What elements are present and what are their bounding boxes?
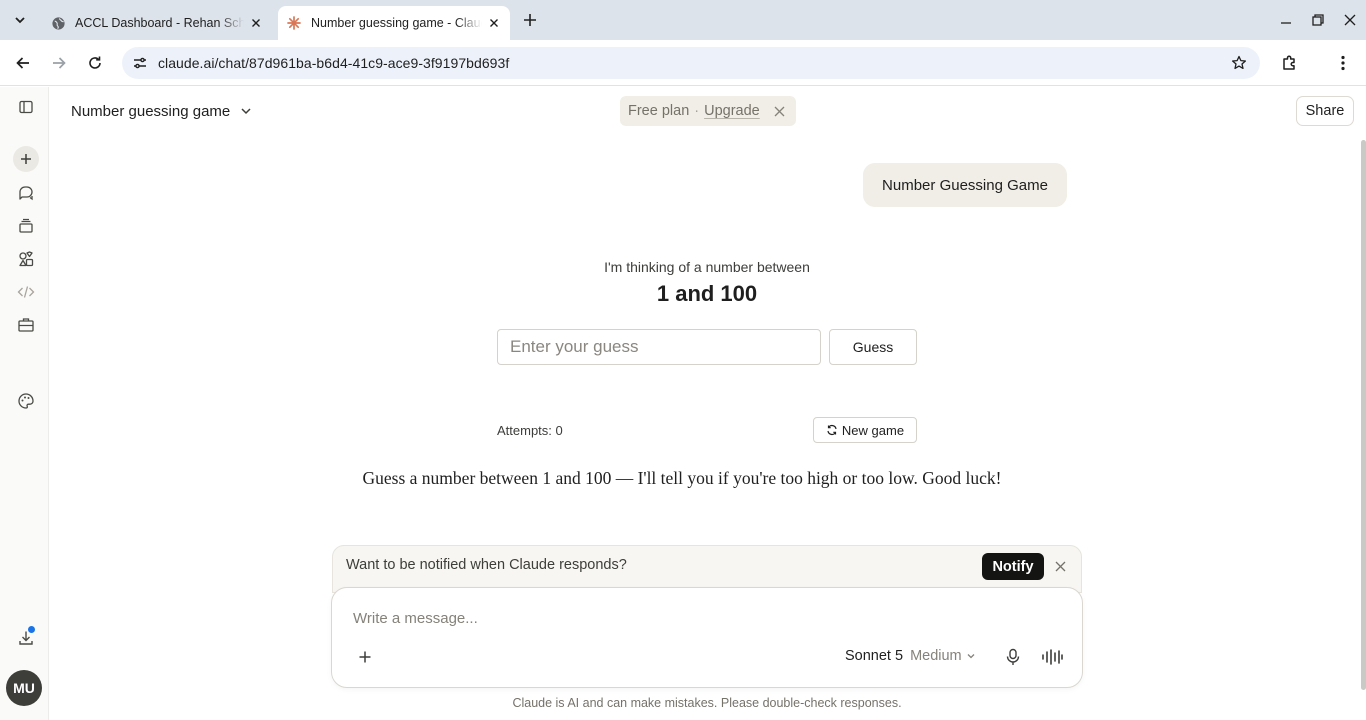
share-button[interactable]: Share	[1296, 96, 1354, 126]
claude-logo-icon	[286, 15, 302, 31]
back-button[interactable]	[11, 51, 35, 75]
model-selector[interactable]: Sonnet 5 Medium	[845, 648, 976, 664]
disclaimer-text: Claude is AI and can make mistakes. Plea…	[512, 696, 902, 710]
user-avatar[interactable]: MU	[6, 670, 42, 706]
more-vertical-icon	[1341, 55, 1345, 71]
effort-selector[interactable]: Medium	[910, 648, 976, 664]
browser-tab-accl[interactable]: ACCL Dashboard - Rehan Scho	[42, 6, 272, 40]
effort-label: Medium	[910, 648, 962, 664]
close-window-button[interactable]	[1338, 8, 1362, 32]
notification-dot	[28, 626, 35, 633]
restore-icon	[1312, 14, 1324, 26]
bookmark-star-icon[interactable]	[1228, 52, 1250, 74]
game-intro-text: I'm thinking of a number between	[604, 259, 810, 275]
guess-input[interactable]	[497, 329, 821, 365]
model-name: Sonnet 5	[845, 648, 904, 664]
url-text[interactable]: claude.ai/chat/87d961ba-b6d4-41c9-ace9-3…	[158, 55, 509, 71]
browser-tab-claude[interactable]: Number guessing game - Claude	[278, 6, 510, 40]
chevron-down-icon	[967, 654, 975, 659]
chevron-down-icon	[15, 17, 25, 24]
new-game-label: New game	[841, 422, 905, 438]
refresh-icon	[827, 425, 837, 435]
game-range: 1 and 100	[656, 281, 758, 306]
forward-button[interactable]	[47, 51, 71, 75]
plan-separator: ·	[694, 103, 700, 119]
attempts-counter: Attempts: 0	[497, 423, 563, 438]
scrollbar[interactable]	[1361, 140, 1366, 690]
briefcase-icon[interactable]	[13, 312, 39, 338]
globe-icon	[50, 15, 66, 31]
reload-icon	[89, 56, 101, 69]
projects-icon[interactable]	[13, 213, 39, 239]
new-tab-button[interactable]	[520, 10, 540, 30]
reload-button[interactable]	[83, 51, 107, 75]
minimize-icon	[1281, 22, 1291, 24]
restore-button[interactable]	[1306, 8, 1330, 32]
upgrade-link[interactable]: Upgrade	[704, 103, 760, 119]
user-message: Number Guessing Game	[863, 163, 1067, 207]
game-hint-text: Guess a number between 1 and 100 — I'll …	[362, 468, 1002, 488]
artifacts-icon[interactable]	[13, 246, 39, 272]
close-icon	[1344, 14, 1356, 26]
tab-title: ACCL Dashboard - Rehan Scho	[75, 16, 244, 30]
message-composer[interactable]	[331, 587, 1083, 688]
microphone-icon[interactable]	[1002, 646, 1024, 668]
notify-button[interactable]: Notify	[982, 553, 1044, 580]
extensions-button[interactable]	[1278, 51, 1302, 75]
tab-title: Number guessing game - Claude	[311, 16, 482, 30]
plan-banner: Free plan · Upgrade	[620, 96, 796, 126]
close-icon[interactable]	[774, 106, 785, 117]
code-icon[interactable]	[13, 279, 39, 305]
attach-plus-icon[interactable]	[353, 645, 377, 669]
download-icon[interactable]	[13, 625, 39, 651]
arrow-left-icon	[16, 57, 29, 69]
chat-title-menu[interactable]: Number guessing game	[71, 100, 252, 122]
arrow-right-icon	[53, 57, 66, 69]
chevron-down-icon	[240, 105, 252, 117]
new-chat-icon[interactable]	[13, 146, 39, 172]
tab-search-button[interactable]	[8, 8, 32, 32]
close-tab-icon[interactable]	[248, 15, 264, 31]
notify-text: Want to be notified when Claude responds…	[346, 557, 627, 573]
sidebar-toggle-icon[interactable]	[13, 94, 39, 120]
site-info-icon[interactable]	[130, 53, 150, 73]
plan-label: Free plan	[628, 103, 690, 119]
guess-button[interactable]: Guess	[829, 329, 917, 365]
message-input-placeholder[interactable]: Write a message...	[353, 610, 478, 627]
new-game-button[interactable]: New game	[813, 417, 917, 443]
puzzle-icon	[1283, 55, 1295, 70]
close-tab-icon[interactable]	[486, 15, 502, 31]
minimize-button[interactable]	[1274, 8, 1298, 32]
plus-icon	[524, 14, 536, 26]
chat-title: Number guessing game	[71, 102, 231, 120]
palette-icon[interactable]	[13, 388, 39, 414]
browser-menu-button[interactable]	[1331, 51, 1355, 75]
close-icon[interactable]	[1052, 558, 1068, 574]
voice-mode-icon[interactable]	[1040, 646, 1064, 668]
chats-icon[interactable]	[13, 180, 39, 206]
